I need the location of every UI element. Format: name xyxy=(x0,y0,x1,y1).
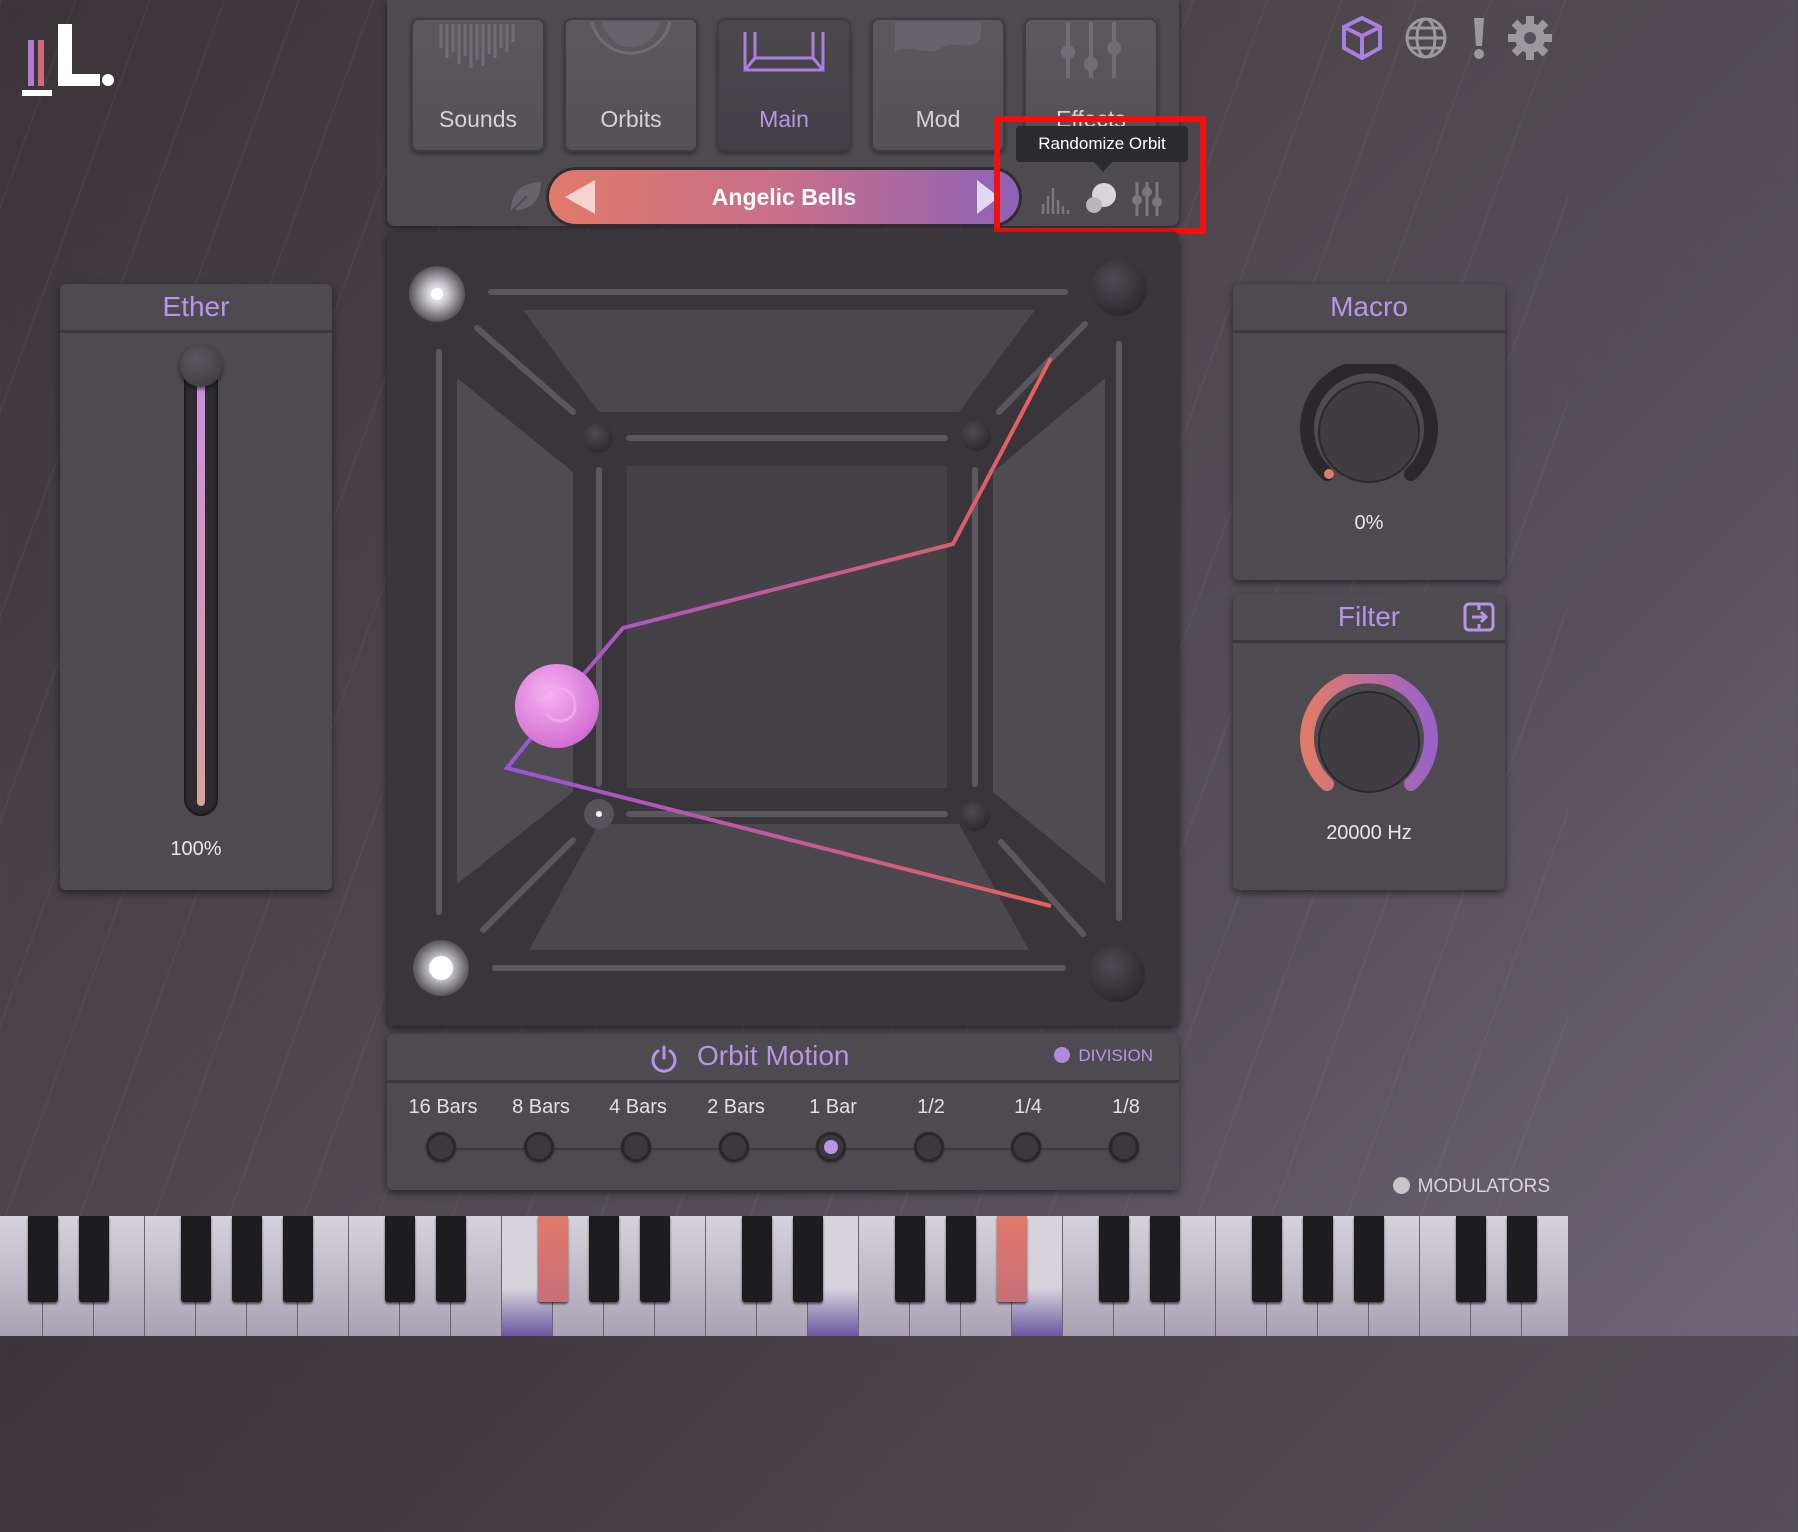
orbit-icon xyxy=(564,18,698,96)
filter-link-icon[interactable] xyxy=(1463,602,1495,632)
waveform-icon xyxy=(411,18,545,96)
division-radio[interactable] xyxy=(621,1132,651,1162)
orbit-motion-panel: Orbit Motion DIVISION 16 Bars 8 Bars 4 B… xyxy=(387,1034,1179,1190)
black-key[interactable] xyxy=(79,1216,109,1302)
modulators-indicator xyxy=(1392,1177,1410,1194)
tab-label: Mod xyxy=(915,106,961,132)
black-key[interactable] xyxy=(436,1216,466,1302)
division-radio[interactable] xyxy=(1011,1132,1041,1162)
modulators-toggle[interactable]: MODULATORS xyxy=(1392,1176,1550,1198)
orbit-ball xyxy=(515,664,599,748)
ether-panel: Ether 100% xyxy=(60,284,332,890)
highlight-box xyxy=(994,116,1206,234)
piano-keyboard[interactable] xyxy=(0,1216,1568,1336)
tab-mod[interactable]: Mod xyxy=(871,18,1005,152)
cube-bottom-face xyxy=(529,824,1029,950)
power-icon[interactable] xyxy=(649,1044,679,1074)
division-toggle[interactable]: DIVISION xyxy=(1054,1046,1153,1066)
corner-node-bottom-right xyxy=(1089,946,1145,1002)
globe-icon[interactable] xyxy=(1402,14,1450,62)
cube-top-face xyxy=(523,310,1035,412)
ether-title: Ether xyxy=(60,284,332,333)
tab-label: Orbits xyxy=(600,106,662,132)
black-key[interactable] xyxy=(1303,1216,1333,1302)
black-key[interactable] xyxy=(997,1216,1027,1302)
division-radio[interactable] xyxy=(426,1132,456,1162)
cube-right-face xyxy=(993,378,1105,884)
orbit-visualizer[interactable] xyxy=(387,232,1179,1026)
macro-knob[interactable] xyxy=(1297,359,1441,488)
tab-sounds[interactable]: Sounds xyxy=(411,18,545,152)
black-key[interactable] xyxy=(1252,1216,1282,1302)
ether-slider-thumb[interactable] xyxy=(180,345,222,387)
black-key[interactable] xyxy=(1354,1216,1384,1302)
black-key[interactable] xyxy=(1099,1216,1129,1302)
filter-panel: Filter 20000 Hz xyxy=(1233,594,1505,890)
preset-selector[interactable]: Angelic Bells xyxy=(549,170,1019,224)
black-key[interactable] xyxy=(385,1216,415,1302)
cube-icon[interactable] xyxy=(1338,14,1386,62)
modulators-label: MODULATORS xyxy=(1417,1176,1550,1197)
ether-slider-fill xyxy=(197,366,205,806)
macro-panel: Macro 0% xyxy=(1233,284,1505,580)
division-radio[interactable] xyxy=(914,1132,944,1162)
black-key[interactable] xyxy=(946,1216,976,1302)
black-key[interactable] xyxy=(589,1216,619,1302)
black-key[interactable] xyxy=(28,1216,58,1302)
division-radio[interactable] xyxy=(524,1132,554,1162)
cube-frame-icon xyxy=(717,18,851,96)
macro-title: Macro xyxy=(1233,284,1505,333)
black-key[interactable] xyxy=(793,1216,823,1302)
division-option-1-bar[interactable]: 1 Bar xyxy=(788,1096,878,1119)
black-key[interactable] xyxy=(283,1216,313,1302)
ether-slider-track[interactable] xyxy=(184,356,218,816)
division-option-2-bars[interactable]: 2 Bars xyxy=(691,1096,781,1119)
black-key[interactable] xyxy=(742,1216,772,1302)
division-label: DIVISION xyxy=(1078,1046,1153,1065)
previous-preset-button[interactable] xyxy=(565,180,595,214)
division-option-1-2[interactable]: 1/2 xyxy=(886,1096,976,1119)
leaf-icon[interactable] xyxy=(505,176,545,216)
effects-sliders-icon xyxy=(1024,18,1158,96)
ether-value: 100% xyxy=(170,838,222,860)
division-option-8-bars[interactable]: 8 Bars xyxy=(496,1096,586,1119)
filter-value: 20000 Hz xyxy=(1326,822,1412,844)
division-option-1-8[interactable]: 1/8 xyxy=(1081,1096,1171,1119)
division-indicator xyxy=(1054,1047,1071,1063)
black-key[interactable] xyxy=(1150,1216,1180,1302)
black-key[interactable] xyxy=(232,1216,262,1302)
black-key[interactable] xyxy=(538,1216,568,1302)
division-option-4-bars[interactable]: 4 Bars xyxy=(593,1096,683,1119)
division-radio[interactable] xyxy=(1109,1132,1139,1162)
black-key[interactable] xyxy=(640,1216,670,1302)
orbit-motion-title: Orbit Motion xyxy=(697,1040,850,1071)
division-radio-selected[interactable] xyxy=(816,1132,846,1162)
cube-back-face xyxy=(627,466,947,788)
black-key[interactable] xyxy=(1507,1216,1537,1302)
tab-label: Sounds xyxy=(438,106,517,132)
preset-name: Angelic Bells xyxy=(711,184,857,210)
division-option-16-bars[interactable]: 16 Bars xyxy=(398,1096,488,1119)
macro-value: 0% xyxy=(1354,512,1384,534)
mod-wave-icon xyxy=(871,18,1005,96)
division-radio[interactable] xyxy=(719,1132,749,1162)
filter-knob[interactable] xyxy=(1297,669,1441,798)
corner-node-top-right xyxy=(1091,260,1147,316)
cube-left-face xyxy=(457,378,573,884)
gear-icon[interactable] xyxy=(1506,14,1554,62)
orbit-motion-header: Orbit Motion DIVISION xyxy=(387,1034,1179,1083)
tab-orbits[interactable]: Orbits xyxy=(564,18,698,152)
alert-icon[interactable] xyxy=(1462,14,1496,62)
tab-main[interactable]: Main xyxy=(717,18,851,152)
black-key[interactable] xyxy=(895,1216,925,1302)
app-logo xyxy=(20,20,120,100)
black-key[interactable] xyxy=(181,1216,211,1302)
division-option-1-4[interactable]: 1/4 xyxy=(983,1096,1073,1119)
tab-label: Main xyxy=(759,106,809,132)
black-key[interactable] xyxy=(1456,1216,1486,1302)
